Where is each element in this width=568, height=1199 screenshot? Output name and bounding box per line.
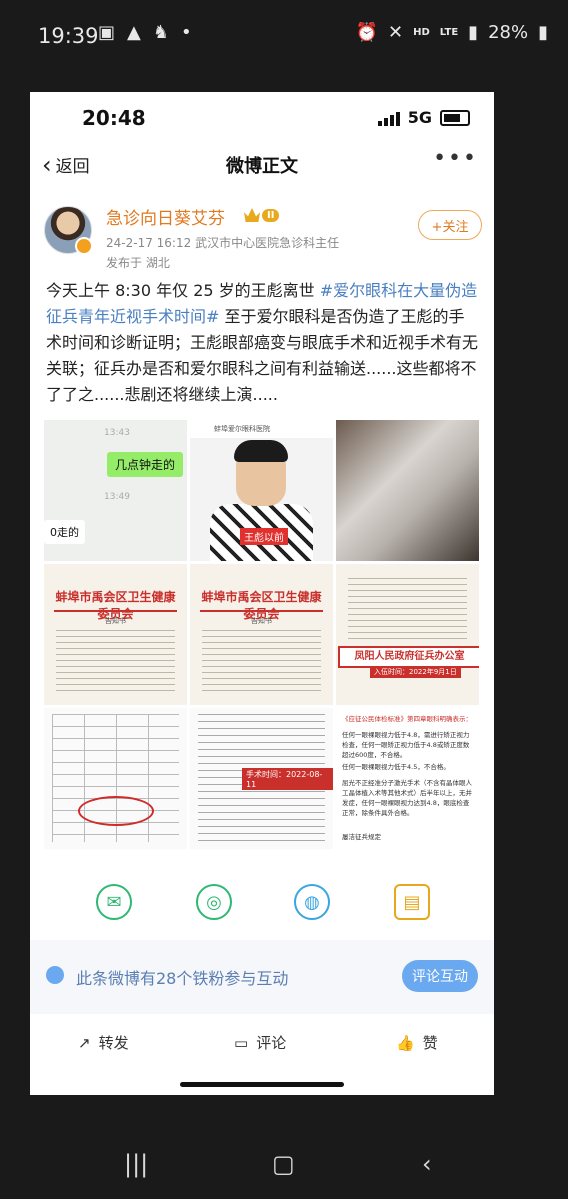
doc2-text-lines <box>202 630 321 696</box>
action-bar: ↗ 转发 ▭ 评论 👍 赞 <box>30 1016 494 1076</box>
image-document-2[interactable]: 蚌埠市禹会区卫生健康委员会 告知书 <box>190 564 333 705</box>
qq-icon[interactable]: ◍ <box>294 884 330 920</box>
fan-interaction-bar: 此条微博有28个铁粉参与互动 评论互动 <box>30 940 494 1014</box>
outer-system-icons: ⏰ ✕ HD LTE ▮ 28% ▮ <box>356 22 548 43</box>
comment-interact-button[interactable]: 评论互动 <box>402 960 478 992</box>
outer-status-time: 19:39 <box>38 24 99 48</box>
image-regulation[interactable]: 《应征公民体检标准》第四章眼科明确表示： 任何一眼裸眼视力低于4.8，需进行矫正… <box>336 708 479 849</box>
doc2-divider <box>200 610 323 612</box>
alarm-icon: ⏰ <box>355 22 379 43</box>
doc3-date: 入伍时间：2022年9月1日 <box>370 666 461 678</box>
inner-status-time: 20:48 <box>82 106 146 130</box>
reg-line-2: 任何一眼裸眼视力低于4.8，需进行矫正视力检查，任何一眼矫正视力低于4.8或矫正… <box>342 731 470 759</box>
home-button[interactable]: ▢ <box>272 1150 295 1178</box>
outer-status-bar: 19:39 ▣ ▲ ♞ • ⏰ ✕ HD LTE ▮ 28% ▮ <box>0 0 568 72</box>
form1-red-circle <box>78 796 154 826</box>
gallery-icon: ▣ <box>98 22 116 43</box>
crown-icon <box>244 208 260 222</box>
app-notification-icon: ♞ <box>152 22 169 43</box>
verified-badge-icon <box>75 237 93 255</box>
home-indicator[interactable] <box>180 1082 344 1087</box>
mute-icon: ✕ <box>388 22 404 43</box>
comment-button[interactable]: ▭ 评论 <box>234 1032 286 1053</box>
top-navigation: ‹ 返回 微博正文 ••• <box>30 144 494 188</box>
reg-line-3: 任何一眼裸眼视力低于4.5，不合格。 <box>342 763 450 771</box>
image-chat-screenshot[interactable]: 13:43 几点钟走的 13:49 0走的 <box>44 420 187 561</box>
reg-line-4: 屈光不正经准分子激光手术（不含有晶体眼人工晶体植入术等其他术式）后半年以上，无并… <box>342 779 472 817</box>
doc2-subtitle: 告知书 <box>251 617 272 625</box>
post-timestamp: 24-2-17 16:12 <box>106 236 192 250</box>
repost-icon: ↗ <box>78 1033 91 1052</box>
inner-status-bar: 20:48 5G <box>30 92 494 144</box>
portrait-topbar-text: 蚌埠爱尔眼科医院 <box>214 425 270 433</box>
warning-icon: ▲ <box>127 22 141 43</box>
save-image-icon[interactable]: ▤ <box>394 884 430 920</box>
member-level: II <box>262 208 280 222</box>
battery-icon <box>440 109 470 126</box>
doc1-divider <box>54 610 177 612</box>
image-form-1[interactable] <box>44 708 187 849</box>
post-meta: 24-2-17 16:12 武汉市中心医院急诊科主任 <box>106 234 339 251</box>
like-label: 赞 <box>422 1034 438 1052</box>
chat-time-1: 13:43 <box>104 428 130 438</box>
reg-line-5: 屡洁征兵规定 <box>342 833 381 841</box>
post-text-intro: 今天上午 8:30 年仅 25 岁的王彪离世 <box>46 281 320 300</box>
author-title: 武汉市中心医院急诊科主任 <box>195 236 340 250</box>
chat-time-2: 13:49 <box>104 492 130 502</box>
member-badge: II <box>244 208 280 222</box>
doc3-stamp: 凤阳人民政府征兵办公室 <box>338 646 479 668</box>
author-name[interactable]: 急诊向日葵艾芬 <box>106 204 225 229</box>
image-document-1[interactable]: 蚌埠市禹会区卫生健康委员会 告知书 <box>44 564 187 705</box>
chat-bubble-received: 0走的 <box>44 520 85 544</box>
like-button[interactable]: 👍 赞 <box>396 1032 438 1053</box>
network-type: 5G <box>407 108 432 127</box>
repost-label: 转发 <box>98 1034 129 1052</box>
portrait-topbar: 蚌埠爱尔眼科医院 <box>190 420 333 438</box>
wechat-icon[interactable]: ✉ <box>96 884 132 920</box>
comment-label: 评论 <box>256 1034 287 1052</box>
fan-icon <box>46 966 64 984</box>
like-icon: 👍 <box>396 1033 415 1052</box>
outer-notification-icons: ▣ ▲ ♞ • <box>98 22 192 43</box>
portrait-label: 王彪以前 <box>240 528 288 545</box>
repost-button[interactable]: ↗ 转发 <box>78 1032 129 1053</box>
dot-icon: • <box>181 22 192 43</box>
weibo-screenshot: 20:48 5G ‹ 返回 微博正文 ••• 急诊向日葵艾芬 II 24-2-1… <box>30 92 494 1095</box>
avatar[interactable] <box>44 206 93 255</box>
page-title: 微博正文 <box>226 156 298 177</box>
doc3-text-lines <box>348 578 467 640</box>
moments-icon[interactable]: ◎ <box>196 884 232 920</box>
chat-bubble-sent: 几点钟走的 <box>106 452 183 477</box>
cell-signal-icon <box>377 110 400 126</box>
image-hospital-bed[interactable] <box>336 420 479 561</box>
more-options-button[interactable]: ••• <box>433 146 478 171</box>
follow-button[interactable]: +关注 <box>418 210 482 240</box>
post-body: 今天上午 8:30 年仅 25 岁的王彪离世 #爱尔眼科在大量伪造征兵青年近视手… <box>46 278 480 408</box>
fan-interaction-text: 此条微博有28个铁粉参与互动 <box>76 969 289 988</box>
back-nav-button[interactable]: ‹ <box>422 1150 432 1178</box>
outer-battery-icon: ▮ <box>538 22 548 43</box>
image-document-3[interactable]: 凤阳人民政府征兵办公室 入伍时间：2022年9月1日 <box>336 564 479 705</box>
reg-line-1: 《应征公民体检标准》第四章眼科明确表示： <box>342 715 472 723</box>
image-form-2[interactable]: 手术时间：2022-08-11 <box>190 708 333 849</box>
inner-status-icons: 5G <box>377 108 470 127</box>
author-header: 急诊向日葵艾芬 II 24-2-17 16:12 武汉市中心医院急诊科主任 发布… <box>44 204 484 274</box>
recent-apps-button[interactable]: ||| <box>124 1150 148 1178</box>
comment-icon: ▭ <box>234 1033 249 1052</box>
image-portrait[interactable]: 蚌埠爱尔眼科医院 王彪以前 <box>190 420 333 561</box>
form2-date: 手术时间：2022-08-11 <box>242 768 333 790</box>
doc1-subtitle: 告知书 <box>105 617 126 625</box>
signal-icon: ▮ <box>468 22 479 43</box>
portrait-hair <box>234 440 288 462</box>
lte-label: LTE <box>439 27 459 38</box>
system-navigation-bar: ||| ▢ ‹ <box>0 1130 568 1199</box>
outer-battery-level: 28% <box>488 22 529 43</box>
doc1-text-lines <box>56 630 175 696</box>
hd-label: HD <box>413 27 430 38</box>
post-location: 发布于 湖北 <box>106 256 170 270</box>
share-bar: ✉ ◎ ◍ ▤ <box>30 872 494 932</box>
